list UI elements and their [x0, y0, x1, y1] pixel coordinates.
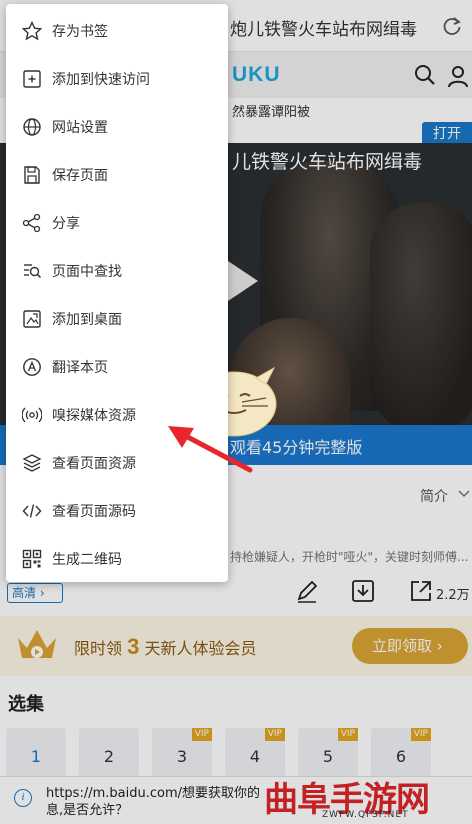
menu-item-site-settings[interactable]: 网站设置: [6, 104, 228, 151]
menu-item-bookmark[interactable]: 存为书签: [6, 8, 228, 55]
code-icon: [22, 504, 42, 518]
menu-item-qr-code[interactable]: 生成二维码: [6, 536, 228, 583]
globe-icon: [23, 118, 41, 136]
quick-access-icon: [23, 70, 41, 88]
media-sniff-icon: [22, 407, 42, 423]
menu-item-save-page[interactable]: 保存页面: [6, 152, 228, 199]
menu-item-page-source[interactable]: 查看页面源码: [6, 488, 228, 535]
menu-item-find-in-page[interactable]: 页面中查找: [6, 248, 228, 295]
find-in-page-icon: [24, 264, 42, 279]
add-to-desktop-icon: [23, 310, 41, 328]
menu-item-translate[interactable]: 翻译本页: [6, 344, 228, 391]
menu-item-share[interactable]: 分享: [6, 200, 228, 247]
menu-item-quick-access[interactable]: 添加到快速访问: [6, 56, 228, 103]
share-icon: [22, 213, 41, 233]
overflow-menu: 存为书签 添加到快速访问 网站设置 保存页面 分享 页面中查找 添加到桌面 翻译…: [6, 4, 228, 582]
layers-icon: [22, 454, 42, 472]
qr-code-icon: [22, 549, 42, 569]
red-arrow-icon: [168, 426, 253, 473]
translate-icon: [23, 358, 41, 376]
menu-item-add-to-desktop[interactable]: 添加到桌面: [6, 296, 228, 343]
star-icon: [22, 21, 42, 41]
save-page-icon: [24, 166, 40, 184]
